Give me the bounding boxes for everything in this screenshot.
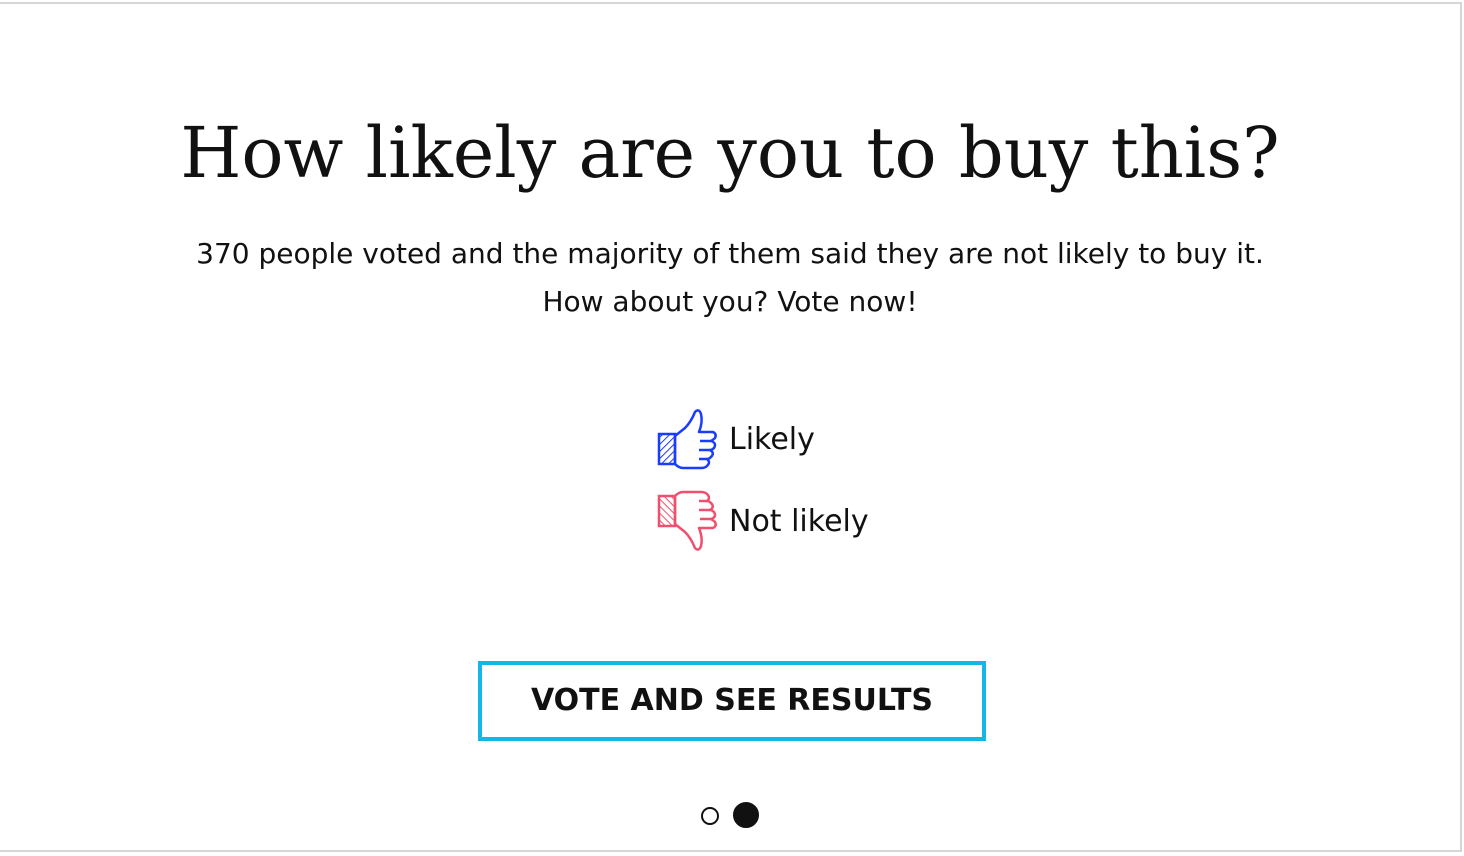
option-not-likely-label: Not likely	[729, 503, 869, 539]
vote-and-see-results-button[interactable]: VOTE AND SEE RESULTS	[478, 661, 986, 741]
poll-subtitle-line-2: How about you? Vote now!	[542, 285, 918, 318]
option-likely-label: Likely	[729, 421, 815, 457]
pagination-dot-2[interactable]	[733, 802, 759, 828]
poll-options: Likely Not likely	[655, 404, 955, 568]
option-not-likely[interactable]: Not likely	[655, 486, 955, 556]
poll-card: How likely are you to buy this? 370 peop…	[0, 2, 1462, 852]
poll-title: How likely are you to buy this?	[180, 112, 1280, 194]
thumbs-down-icon	[655, 488, 719, 554]
pagination-dots	[0, 802, 1460, 828]
pagination-dot-1[interactable]	[701, 807, 719, 825]
thumbs-up-icon	[655, 406, 719, 472]
poll-subtitle: 370 people voted and the majority of the…	[0, 230, 1460, 326]
poll-subtitle-line-1: 370 people voted and the majority of the…	[196, 237, 1264, 270]
option-likely[interactable]: Likely	[655, 404, 955, 474]
